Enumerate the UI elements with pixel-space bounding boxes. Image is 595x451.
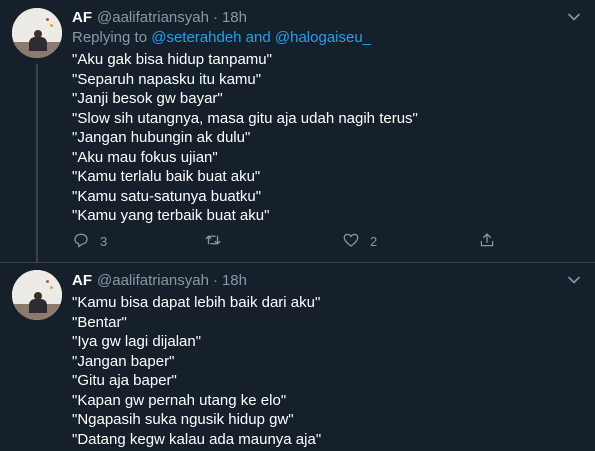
tweet-line: "Separuh napasku itu kamu" — [72, 70, 262, 88]
tweet-line: "Janji besok gw bayar" — [72, 90, 223, 107]
tweet-line: "Aku gak bisa hidup tanpamu" — [72, 51, 272, 68]
thread-connector — [36, 64, 38, 262]
tweet-text: "Aku gak bisa hidup tanpamu" "Separuh na… — [72, 50, 418, 226]
tweet-header: AF @aalifatriansyah · 18h — [72, 270, 247, 290]
tweet-line: "Slow sih utangnya, masa gitu aja udah n… — [72, 109, 418, 127]
tweet-line: "Jangan hubungin ak dulu" — [72, 129, 251, 146]
tweet-line: "Kamu yang terbaik buat aku" — [72, 207, 270, 224]
mention-link[interactable]: @seterahdeh — [151, 29, 241, 46]
like-button[interactable]: 2 — [342, 229, 377, 253]
tweet-line: "Kapan gw pernah utang ke elo" — [72, 391, 287, 409]
avatar[interactable] — [12, 270, 62, 320]
replying-to-label: Replying to — [72, 29, 152, 46]
display-name[interactable]: AF — [72, 9, 92, 26]
share-icon — [478, 231, 496, 252]
tweet-header: AF @aalifatriansyah · 18h — [72, 7, 247, 27]
tweet-line: "Gitu aja baper" — [72, 372, 177, 389]
chevron-down-icon[interactable] — [567, 10, 581, 24]
heart-icon — [342, 231, 360, 252]
tweet[interactable]: AF @aalifatriansyah · 18h Replying to @s… — [0, 0, 595, 262]
replying-to: Replying to @seterahdeh and @halogaiseu_ — [72, 29, 371, 46]
mention-joiner: and — [241, 29, 275, 46]
reply-button[interactable]: 3 — [72, 229, 107, 253]
tweet-line: "Ngapasih suka ngusik hidup gw" — [72, 411, 294, 428]
user-handle[interactable]: @aalifatriansyah — [97, 272, 209, 289]
share-button[interactable] — [478, 229, 496, 253]
timestamp[interactable]: 18h — [222, 272, 247, 289]
tweet-line: "Bentar" — [72, 313, 127, 331]
tweet-line: "Iya gw lagi dijalan" — [72, 333, 202, 350]
tweet-line: "Kamu terlalu baik buat aku" — [72, 168, 261, 185]
display-name[interactable]: AF — [72, 272, 92, 289]
tweet-line: "Datang kegw kalau ada maunya aja" — [72, 430, 322, 448]
chevron-down-icon[interactable] — [567, 273, 581, 287]
tweet-text: "Kamu bisa dapat lebih baik dari aku" "B… — [72, 293, 321, 449]
avatar[interactable] — [12, 8, 62, 58]
retweet-icon — [204, 231, 222, 252]
tweet-line: "Kamu satu-satunya buatku" — [72, 187, 262, 205]
retweet-button[interactable] — [204, 229, 222, 253]
tweet-actions: 3 2 — [72, 229, 502, 253]
separator-dot: · — [212, 8, 218, 26]
user-handle[interactable]: @aalifatriansyah — [97, 9, 209, 26]
tweet[interactable]: AF @aalifatriansyah · 18h "Kamu bisa dap… — [0, 263, 595, 451]
separator-dot: · — [212, 271, 218, 289]
like-count: 2 — [370, 233, 378, 249]
reply-icon — [72, 231, 90, 252]
tweet-line: "Aku mau fokus ujian" — [72, 148, 218, 166]
tweet-line: "Jangan baper" — [72, 352, 175, 370]
timeline-feed: AF @aalifatriansyah · 18h Replying to @s… — [0, 0, 595, 451]
tweet-line: "Kamu bisa dapat lebih baik dari aku" — [72, 294, 321, 311]
mention-link[interactable]: @halogaiseu_ — [275, 29, 371, 46]
timestamp[interactable]: 18h — [222, 9, 247, 26]
reply-count: 3 — [100, 233, 108, 249]
